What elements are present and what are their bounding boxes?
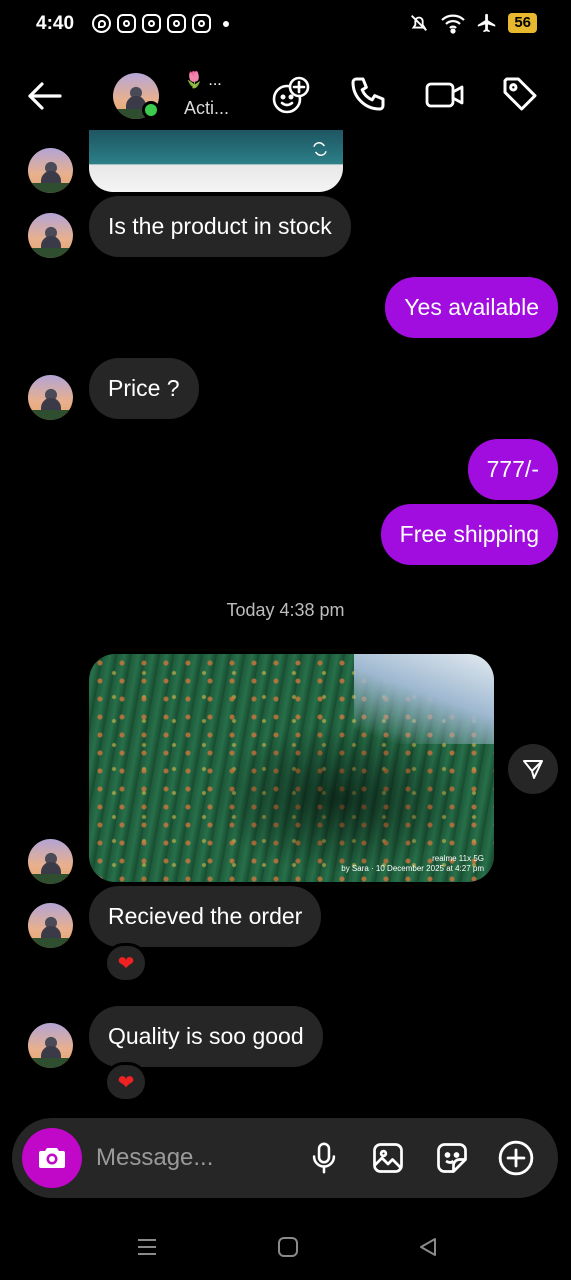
home-button[interactable]	[273, 1232, 303, 1262]
system-icons: 56	[408, 12, 537, 34]
contact-avatar-small	[28, 213, 73, 258]
sticker-button[interactable]	[432, 1138, 472, 1178]
notification-icons	[92, 14, 229, 33]
microphone-icon	[312, 1142, 336, 1174]
status-time: 4:40	[36, 13, 75, 34]
heart-reaction[interactable]: ❤	[104, 1062, 148, 1102]
online-indicator	[142, 101, 160, 119]
shared-photo-dress[interactable]: realme 11x 5G by Sara · 10 December 2025…	[89, 654, 494, 882]
chat-header: 🌷 ... Acti...	[0, 60, 571, 130]
contact-avatar-small	[28, 903, 73, 948]
message-input[interactable]	[96, 1140, 296, 1176]
video-icon	[425, 82, 464, 108]
photo-watermark: realme 11x 5G by Sara · 10 December 2025…	[341, 854, 484, 873]
phone-icon	[351, 77, 385, 111]
outgoing-message[interactable]: Yes available	[385, 277, 558, 338]
instagram-icon	[167, 14, 186, 33]
sticker-add-icon	[272, 76, 310, 114]
sticker-add-button[interactable]	[270, 74, 312, 116]
incoming-message[interactable]: Quality is soo good	[89, 1006, 323, 1067]
system-nav-bar	[0, 1220, 571, 1280]
send-icon	[523, 760, 543, 779]
back-triangle-icon	[420, 1238, 436, 1256]
share-button[interactable]	[508, 744, 558, 794]
back-arrow-icon	[28, 82, 62, 110]
message-timestamp: Today 4:38 pm	[226, 600, 345, 620]
airplane-icon	[478, 13, 496, 33]
shared-photo-top[interactable]	[89, 130, 343, 192]
contact-avatar-small	[28, 839, 73, 884]
incoming-message[interactable]: Is the product in stock	[89, 196, 351, 257]
recents-button[interactable]	[132, 1232, 162, 1262]
voice-message-button[interactable]	[304, 1138, 344, 1178]
camera-button[interactable]	[22, 1128, 82, 1188]
video-call-button[interactable]	[424, 74, 466, 116]
more-options-button[interactable]	[496, 1138, 536, 1178]
contact-avatar-small	[28, 148, 73, 193]
camera-icon	[39, 1148, 65, 1168]
incoming-message[interactable]: Price ?	[89, 358, 199, 419]
repost-icon	[313, 142, 327, 156]
battery-level: 56	[508, 13, 537, 33]
contact-avatar-small	[28, 1023, 73, 1068]
outgoing-message[interactable]: 777/-	[467, 439, 558, 500]
more-notifications-dot	[223, 20, 229, 27]
gallery-button[interactable]	[368, 1138, 408, 1178]
home-square-icon	[278, 1237, 298, 1257]
message-composer	[12, 1118, 558, 1198]
contact-name[interactable]: 🌷 ...	[184, 70, 222, 90]
sticker-icon	[437, 1143, 467, 1173]
tag-icon	[503, 77, 537, 111]
menu-icon	[138, 1239, 156, 1255]
whatsapp-icon	[92, 14, 111, 33]
incoming-message[interactable]: Recieved the order	[89, 886, 322, 947]
outgoing-message[interactable]: Free shipping	[380, 504, 558, 565]
instagram-icon	[142, 14, 161, 33]
instagram-icon	[192, 14, 211, 33]
mute-icon	[411, 15, 428, 31]
tag-button[interactable]	[500, 74, 542, 116]
back-button[interactable]	[22, 76, 66, 116]
wifi-icon	[441, 14, 466, 34]
status-bar: 4:40 56	[0, 0, 571, 50]
call-button[interactable]	[348, 74, 390, 116]
back-nav-button[interactable]	[413, 1232, 443, 1262]
active-status: Acti...	[184, 98, 230, 118]
contact-avatar-small	[28, 375, 73, 420]
gallery-icon	[373, 1143, 403, 1173]
instagram-icon	[117, 14, 136, 33]
heart-reaction[interactable]: ❤	[104, 943, 148, 983]
plus-icon	[498, 1140, 534, 1176]
